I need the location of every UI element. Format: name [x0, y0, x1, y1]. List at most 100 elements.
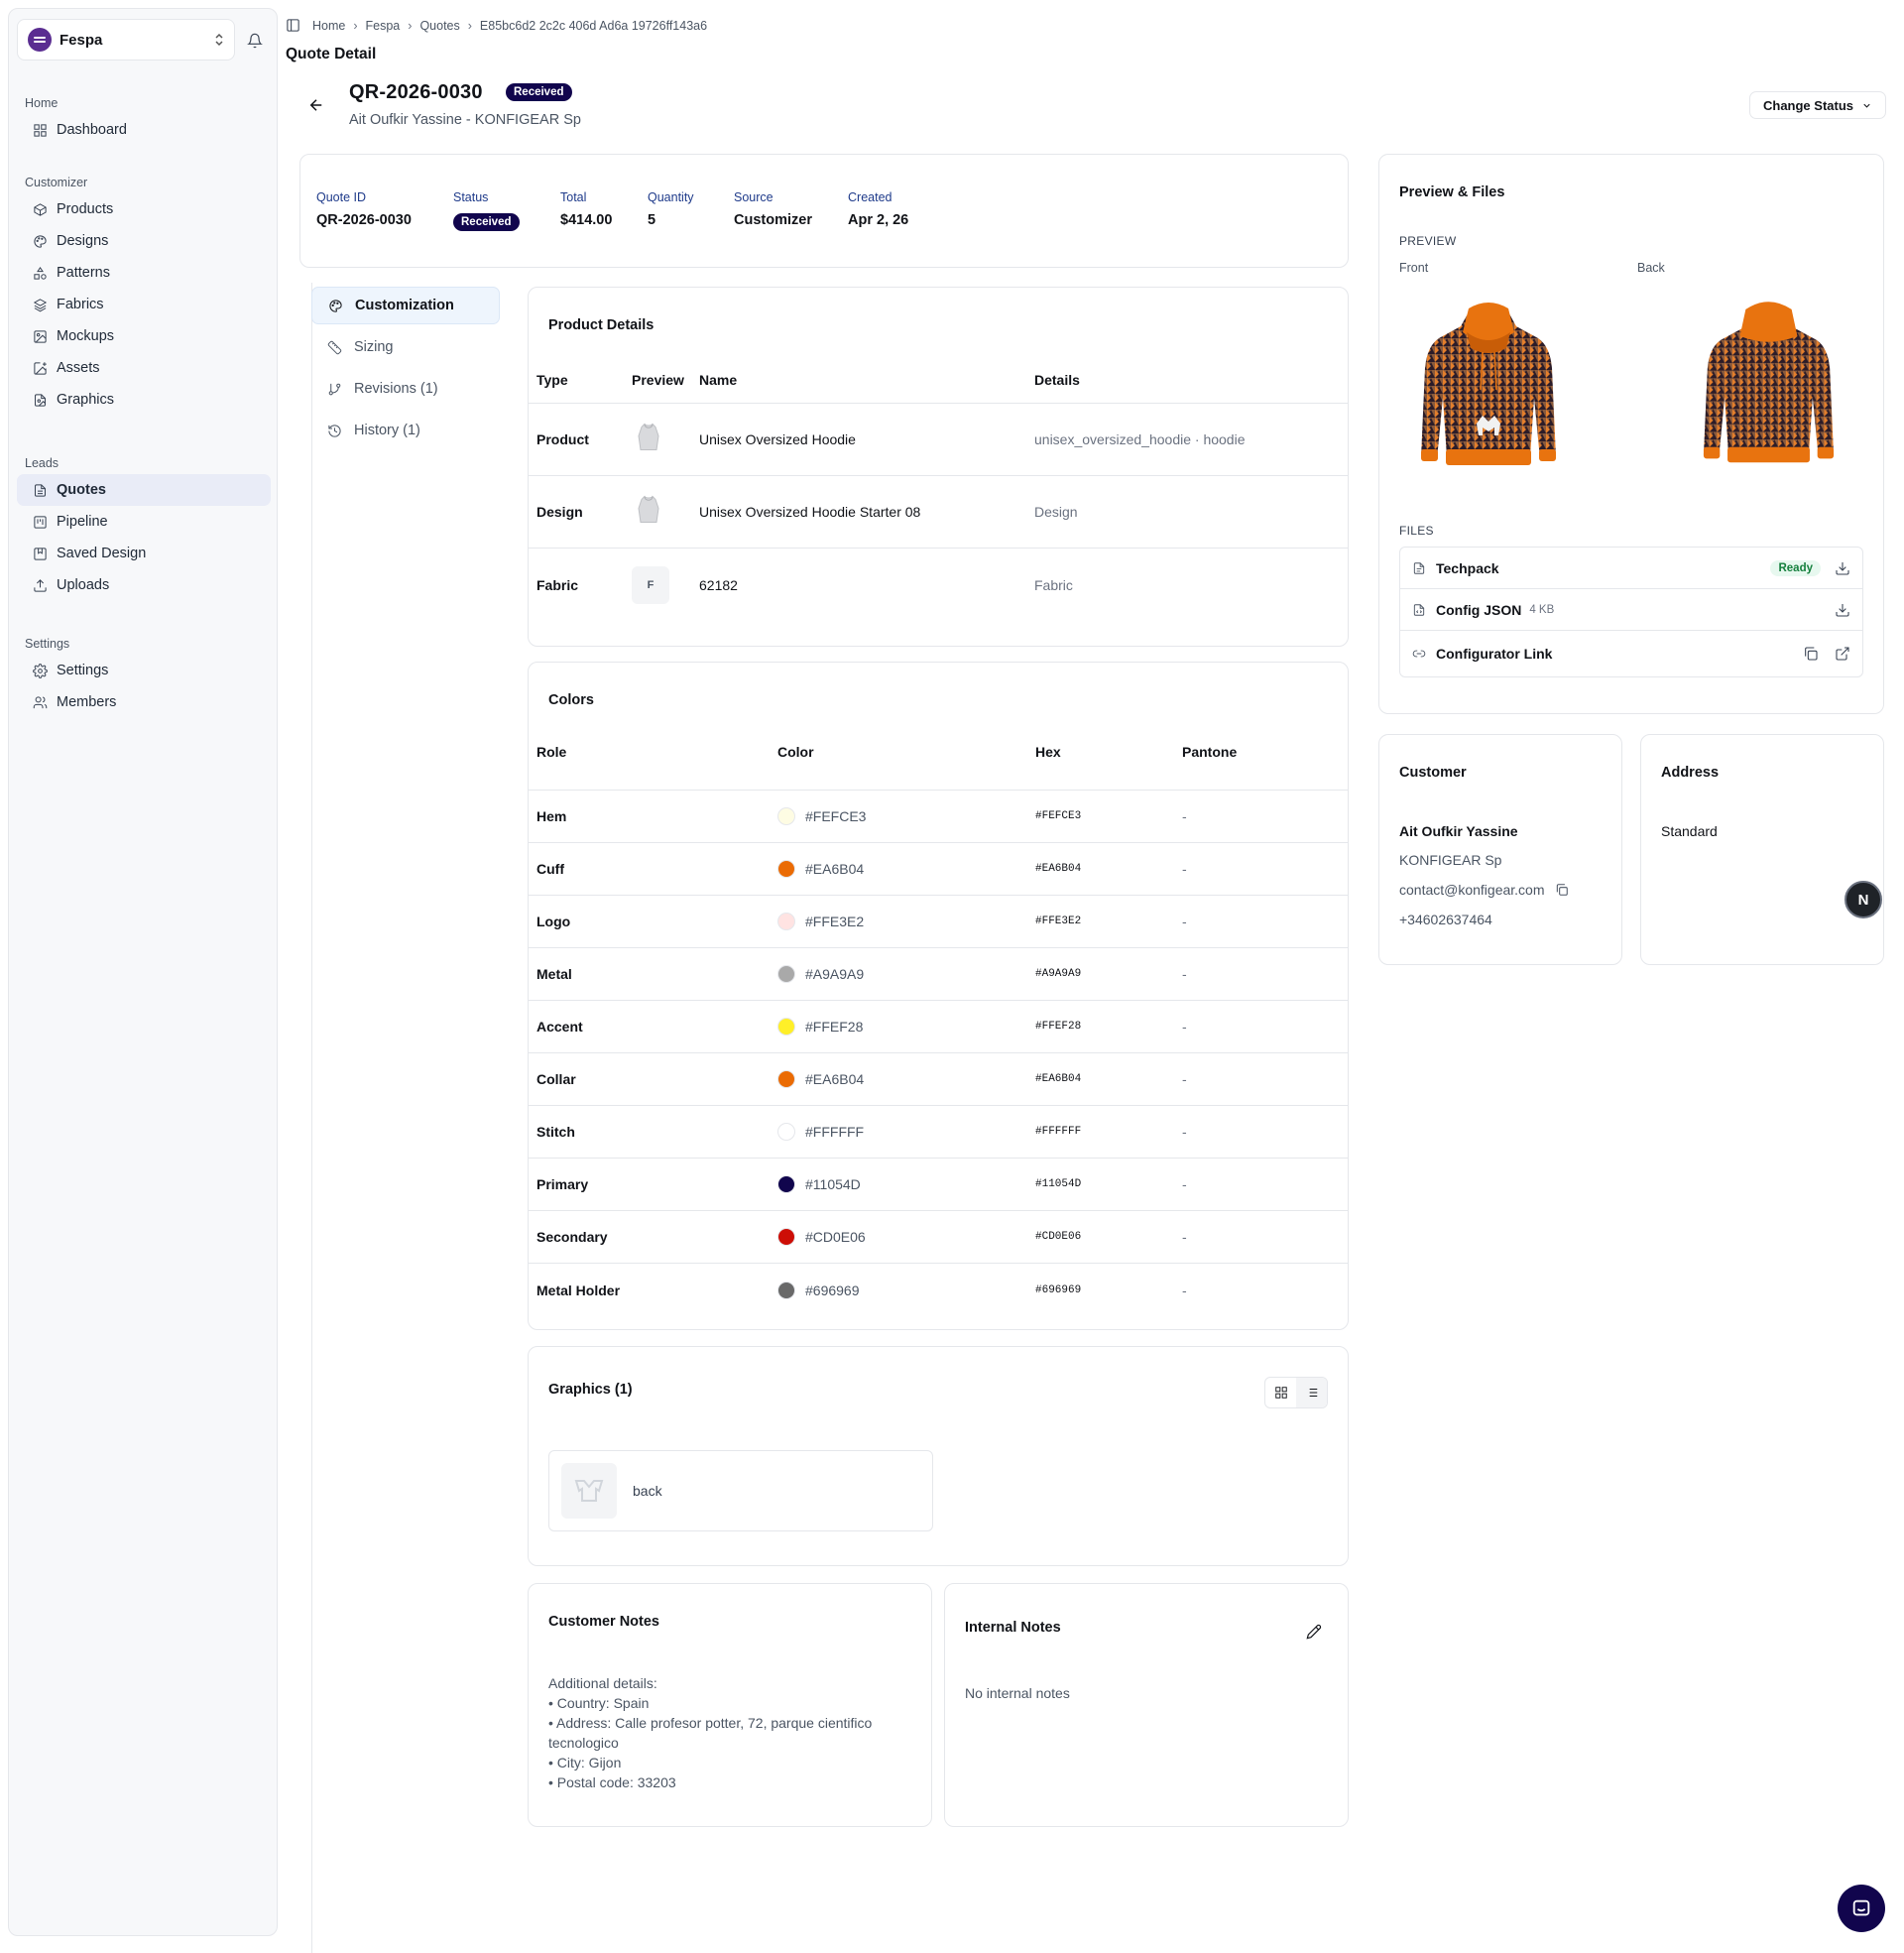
row-details: Design — [1034, 504, 1078, 520]
arrow-left-icon[interactable] — [307, 96, 325, 114]
color-role: Accent — [536, 1019, 583, 1035]
nav-group-settings: Settings Settings Members — [9, 633, 279, 718]
note-line: • Postal code: 33203 — [548, 1774, 676, 1790]
shapes-icon — [34, 266, 47, 280]
summary-label: Quantity — [648, 190, 694, 204]
copy-icon[interactable] — [1555, 883, 1569, 897]
image-icon — [34, 329, 47, 343]
row-type: Fabric — [536, 576, 579, 593]
pencil-icon[interactable] — [1306, 1624, 1322, 1640]
page-title: Quote Detail — [286, 46, 377, 62]
summary-quantity: Quantity 5 — [648, 190, 694, 228]
sidebar-item-quotes[interactable]: Quotes — [17, 474, 271, 506]
download-icon[interactable] — [1835, 560, 1850, 576]
sidebar-item-label: Settings — [57, 663, 109, 678]
pantone-value: - — [1182, 914, 1187, 929]
change-status-button[interactable]: Change Status — [1749, 91, 1886, 119]
customer-phone[interactable]: +34602637464 — [1399, 912, 1492, 927]
quote-number: QR-2026-0030 — [349, 81, 483, 103]
sidebar-item-mockups[interactable]: Mockups — [17, 320, 271, 352]
gear-icon — [33, 663, 48, 678]
breadcrumb-home[interactable]: Home — [312, 19, 345, 33]
pantone-value: - — [1182, 1071, 1187, 1087]
file-text-icon — [35, 483, 46, 497]
sidebar-item-members[interactable]: Members — [17, 686, 271, 718]
grid-view-button[interactable] — [1265, 1378, 1296, 1407]
external-link-icon[interactable] — [1835, 646, 1850, 662]
breadcrumb-quotes[interactable]: Quotes — [419, 19, 459, 33]
sidebar-item-saved-design[interactable]: Saved Design — [17, 538, 271, 569]
fabric-initial: F — [632, 565, 669, 604]
summary-value: QR-2026-0030 — [316, 212, 412, 228]
color-swatch — [777, 965, 795, 983]
sidebar-item-pipeline[interactable]: Pipeline — [17, 506, 271, 538]
history-icon — [328, 424, 341, 437]
image-plus-icon — [34, 361, 47, 375]
file-size: 4 KB — [1529, 603, 1555, 616]
row-name: Unisex Oversized Hoodie — [699, 431, 856, 447]
hoodie-back-preview[interactable] — [1702, 299, 1836, 477]
tab-sizing[interactable]: Sizing — [311, 328, 500, 366]
card-title: Graphics (1) — [548, 1382, 633, 1398]
sidebar-item-fabrics[interactable]: Fabrics — [17, 289, 271, 320]
sidebar-item-products[interactable]: Products — [17, 193, 271, 225]
graphic-item[interactable]: back — [548, 1450, 933, 1531]
hex-code: #CD0E06 — [1035, 1231, 1082, 1243]
file-row-techpack[interactable]: Techpack Ready — [1400, 548, 1862, 589]
color-role: Secondary — [536, 1229, 608, 1245]
sidebar-item-settings[interactable]: Settings — [17, 655, 271, 686]
tab-revisions[interactable]: Revisions (1) — [311, 370, 500, 408]
color-value: #FFE3E2 — [805, 914, 865, 929]
table-row: Logo #FFE3E2 #FFE3E2 - — [529, 896, 1348, 948]
chevron-down-icon — [1863, 103, 1870, 108]
table-row: Fabric F 62182 Fabric — [529, 549, 1348, 621]
list-view-button[interactable] — [1296, 1378, 1327, 1407]
hex-code: #EA6B04 — [1035, 863, 1082, 875]
customer-notes-text: Additional details: • Country: Spain • A… — [548, 1673, 872, 1792]
bookmark-icon — [34, 547, 47, 560]
sidebar-item-patterns[interactable]: Patterns — [17, 257, 271, 289]
color-cell: #EA6B04 — [777, 1070, 864, 1088]
grid-icon — [34, 123, 47, 137]
workspace-switcher[interactable]: Fespa — [17, 19, 235, 61]
hoodie-thumbnail — [636, 423, 661, 457]
nav-group-title: Home — [25, 96, 59, 110]
nav-group-title: Leads — [25, 456, 60, 470]
chat-launcher-button[interactable] — [1838, 1885, 1885, 1932]
hoodie-front-preview[interactable] — [1419, 299, 1558, 477]
pantone-value: - — [1182, 1282, 1187, 1298]
file-code-icon — [1413, 603, 1425, 616]
file-row-config-json[interactable]: Config JSON 4 KB — [1400, 589, 1862, 631]
sidebar-item-dashboard[interactable]: Dashboard — [17, 114, 271, 146]
sidebar-item-designs[interactable]: Designs — [17, 225, 271, 257]
breadcrumb-workspace[interactable]: Fespa — [366, 19, 401, 33]
sidebar-item-label: Patterns — [57, 265, 110, 281]
nav-group-customizer: Customizer Products Designs Patterns Fab… — [9, 172, 279, 416]
tab-history[interactable]: History (1) — [311, 412, 500, 449]
row-type: Product — [536, 431, 589, 447]
customer-company: KONFIGEAR Sp — [1399, 852, 1502, 868]
bell-icon[interactable] — [247, 33, 263, 49]
dev-tools-badge[interactable]: N — [1844, 881, 1882, 918]
sidebar-item-uploads[interactable]: Uploads — [17, 569, 271, 601]
pantone-value: - — [1182, 808, 1187, 824]
color-cell: #FFE3E2 — [777, 913, 864, 930]
nav-group-home: Home Dashboard — [9, 92, 279, 146]
color-value: #A9A9A9 — [805, 966, 865, 982]
summary-label: Created — [848, 190, 892, 204]
tab-customization[interactable]: Customization — [311, 287, 500, 324]
download-icon[interactable] — [1835, 602, 1850, 618]
note-line: Additional details: — [548, 1675, 657, 1691]
file-row-configurator-link[interactable]: Configurator Link — [1400, 631, 1862, 676]
color-value: #696969 — [805, 1282, 860, 1298]
row-name: 62182 — [699, 576, 738, 593]
customer-email[interactable]: contact@konfigear.com — [1399, 882, 1545, 898]
sidebar-toggle-icon[interactable] — [286, 18, 300, 33]
row-details: Fabric — [1034, 576, 1073, 593]
summary-value: Apr 2, 26 — [848, 212, 909, 228]
sidebar-item-label: Graphics — [57, 392, 115, 408]
sidebar-item-assets[interactable]: Assets — [17, 352, 271, 384]
color-swatch — [777, 1070, 795, 1088]
sidebar-item-graphics[interactable]: Graphics — [17, 384, 271, 416]
copy-icon[interactable] — [1803, 646, 1819, 662]
